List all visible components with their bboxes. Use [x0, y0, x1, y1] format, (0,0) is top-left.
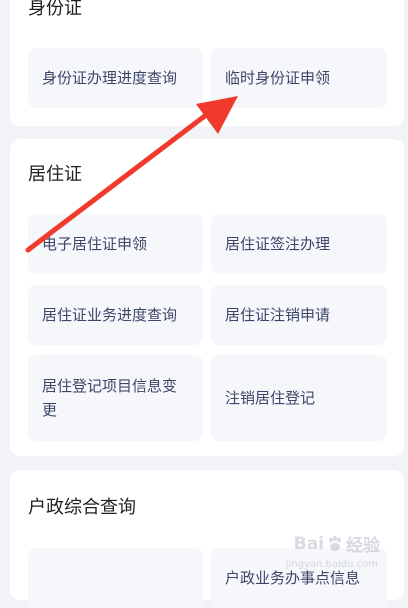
household-query-item-1[interactable] [28, 548, 203, 608]
cancel-residence-registration[interactable]: 注销居住登记 [211, 355, 387, 441]
residence-registration-info-change[interactable]: 居住登记项目信息变更 [28, 355, 203, 441]
watermark-url: jingyan.baidu.com [285, 559, 378, 570]
watermark-brand: Bai [293, 533, 324, 554]
household-service-point-info[interactable]: 户政业务办事点信息 [211, 548, 387, 608]
id-card-section: 身份证 身份证办理进度查询 临时身份证申领 [10, 0, 404, 126]
residence-permit-section: 居住证 电子居住证申领 居住证签注办理 居住证业务进度查询 居住证注销申请 居住… [10, 139, 404, 456]
baidu-watermark: Bai 经验 [293, 531, 380, 557]
section-title-household-query: 户政综合查询 [28, 497, 136, 518]
residence-permit-endorsement[interactable]: 居住证签注办理 [211, 214, 387, 274]
e-residence-permit-apply[interactable]: 电子居住证申领 [28, 214, 203, 274]
residence-permit-progress-query[interactable]: 居住证业务进度查询 [28, 285, 203, 345]
section-title-residence-permit: 居住证 [28, 164, 82, 185]
residence-permit-cancel-apply[interactable]: 居住证注销申请 [211, 285, 387, 345]
id-card-progress-query[interactable]: 身份证办理进度查询 [28, 48, 203, 108]
temporary-id-card-apply[interactable]: 临时身份证申领 [211, 48, 387, 108]
paw-icon [329, 535, 341, 551]
watermark-brand-2: 经验 [346, 536, 380, 556]
section-title-id-card: 身份证 [28, 0, 82, 19]
